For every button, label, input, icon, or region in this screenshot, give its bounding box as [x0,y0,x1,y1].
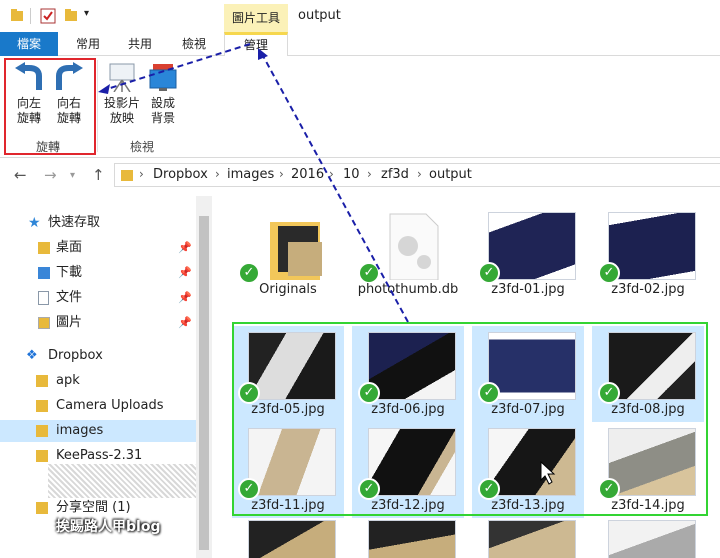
annotation-arrow-to-manage [261,53,409,323]
file-explorer-window: ▾ 圖片工具 output 檔案 常用 共用 檢視 管理 向左 旋轉 向右 旋轉… [0,0,720,558]
annotation-arrows [98,43,556,485]
annotation-arrow-to-rotate [103,43,251,91]
annotation-arrowhead [98,84,110,94]
watermark: 挨踢路人甲blog [56,519,161,535]
mouse-cursor-icon [540,460,556,485]
annotation-arrowhead [258,48,268,60]
